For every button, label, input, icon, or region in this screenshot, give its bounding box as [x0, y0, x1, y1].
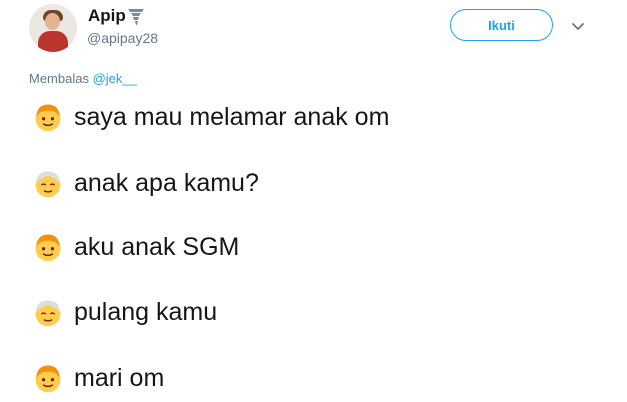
boy-face-emoji: [35, 365, 61, 393]
reply-prefix: Membalas: [29, 71, 89, 86]
tweet-line: anak apa kamu?: [32, 165, 259, 201]
avatar-body: [38, 31, 68, 52]
follow-button[interactable]: Ikuti: [450, 9, 553, 41]
reply-mention-link[interactable]: @jek__: [93, 71, 137, 86]
tweet-line: aku anak SGM: [32, 229, 239, 265]
user-handle[interactable]: @apipay28: [87, 30, 158, 46]
boy-face-emoji: [35, 104, 61, 132]
chevron-down-icon[interactable]: [570, 18, 586, 34]
tweet-line-text: pulang kamu: [74, 297, 218, 326]
old-man-face-emoji: [35, 171, 61, 198]
display-name[interactable]: Apip: [88, 6, 126, 26]
tweet-line-text: aku anak SGM: [74, 232, 240, 261]
boy-face-emoji: [35, 234, 61, 262]
tweet-line: pulang kamu: [32, 294, 217, 330]
reply-context: Membalas @jek__: [29, 71, 137, 86]
tornado-icon: [128, 9, 144, 25]
tweet-line-text: mari om: [74, 363, 165, 392]
avatar[interactable]: [29, 4, 77, 52]
tweet-line-text: saya mau melamar anak om: [74, 102, 390, 131]
tweet-line: mari om: [32, 360, 164, 396]
old-man-face-emoji: [35, 300, 61, 327]
tweet-line-text: anak apa kamu?: [74, 168, 259, 197]
tweet-line: saya mau melamar anak om: [32, 99, 389, 135]
avatar-face: [45, 13, 60, 30]
